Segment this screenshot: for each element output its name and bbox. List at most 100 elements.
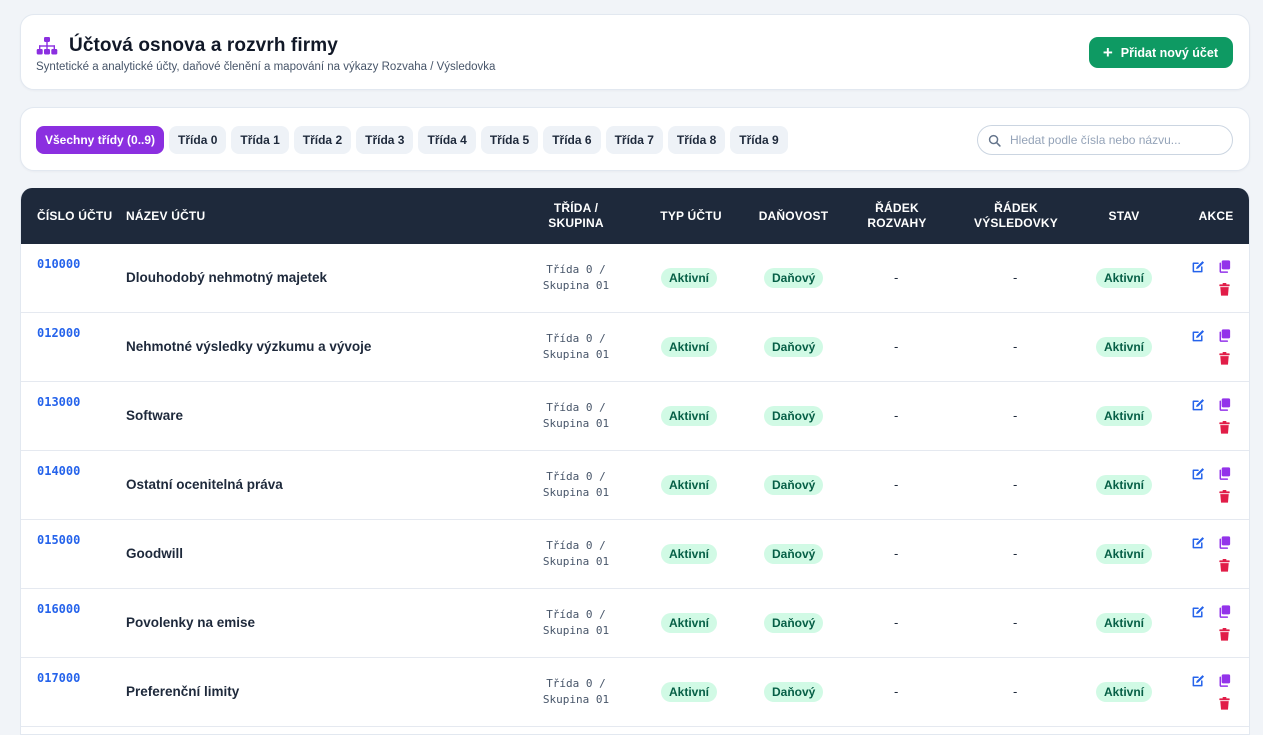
- chip-class-2[interactable]: Třída 2: [293, 126, 352, 154]
- account-name: Software: [126, 408, 184, 423]
- copy-icon[interactable]: [1217, 397, 1232, 412]
- tax-badge: Daňový: [764, 406, 824, 426]
- group-line: Skupina 01: [542, 417, 610, 430]
- balance-line-value: -: [894, 546, 899, 561]
- table-row: 013000 Software Třída 0 / Skupina 01 Akt…: [21, 382, 1249, 451]
- class-line: Třída 0 /: [546, 608, 606, 621]
- add-account-button[interactable]: + Přidat nový účet: [1088, 37, 1233, 68]
- table-row: 015000 Goodwill Třída 0 / Skupina 01 Akt…: [21, 520, 1249, 589]
- account-number-link[interactable]: 015000: [37, 533, 80, 547]
- class-group: Třída 0 / Skupina 01: [521, 400, 631, 432]
- col-status: STAV: [1108, 208, 1140, 223]
- status-badge: Aktivní: [1096, 475, 1153, 495]
- income-line-value: -: [1013, 408, 1018, 423]
- account-number-link[interactable]: 017000: [37, 671, 80, 685]
- copy-icon[interactable]: [1217, 466, 1232, 481]
- copy-icon[interactable]: [1217, 673, 1232, 688]
- trash-icon[interactable]: [1217, 351, 1232, 366]
- status-badge: Aktivní: [1096, 613, 1153, 633]
- balance-line-value: -: [894, 408, 899, 423]
- account-number-link[interactable]: 010000: [37, 257, 80, 271]
- table-row: 017000 Preferenční limity Třída 0 / Skup…: [21, 658, 1249, 727]
- chip-class-0[interactable]: Třída 0: [169, 126, 227, 154]
- income-line-value: -: [1013, 477, 1018, 492]
- trash-icon[interactable]: [1217, 696, 1232, 711]
- account-type-badge: Aktivní: [661, 613, 718, 633]
- tax-badge: Daňový: [764, 268, 824, 288]
- group-line: Skupina 01: [542, 624, 610, 637]
- income-line-value: -: [1013, 684, 1018, 699]
- status-badge: Aktivní: [1096, 268, 1153, 288]
- chip-class-8[interactable]: Třída 8: [667, 126, 726, 154]
- chip-class-4[interactable]: Třída 4: [418, 126, 476, 154]
- trash-icon[interactable]: [1217, 489, 1232, 504]
- table-header: ČÍSLO ÚČTU NÁZEV ÚČTU TŘÍDA / SKUPINA TY…: [21, 188, 1249, 244]
- col-actions: AKCE: [1198, 208, 1234, 223]
- income-line-value: -: [1013, 270, 1018, 285]
- account-name: Preferenční limity: [126, 684, 240, 699]
- chip-class-6[interactable]: Třída 6: [543, 126, 601, 154]
- edit-icon[interactable]: [1191, 259, 1206, 274]
- edit-icon[interactable]: [1191, 466, 1206, 481]
- account-type-badge: Aktivní: [661, 475, 718, 495]
- col-type: TYP ÚČTU: [660, 208, 722, 223]
- table-row: 016000 Povolenky na emise Třída 0 / Skup…: [21, 589, 1249, 658]
- status-badge: Aktivní: [1096, 406, 1153, 426]
- edit-icon[interactable]: [1191, 397, 1206, 412]
- search-input[interactable]: [1010, 133, 1220, 147]
- plus-icon: +: [1102, 43, 1113, 62]
- copy-icon[interactable]: [1217, 604, 1232, 619]
- chip-all-classes[interactable]: Všechny třídy (0..9): [36, 126, 165, 154]
- account-number-link[interactable]: 016000: [37, 602, 80, 616]
- trash-icon[interactable]: [1217, 558, 1232, 573]
- status-badge: Aktivní: [1096, 337, 1153, 357]
- chip-class-9[interactable]: Třída 9: [730, 126, 788, 154]
- class-group: Třída 0 / Skupina 01: [521, 607, 631, 639]
- col-balance-line: ŘÁDEK ROZVAHY: [867, 201, 927, 230]
- class-group: Třída 0 / Skupina 01: [521, 331, 631, 363]
- search-icon: [988, 134, 1001, 147]
- copy-icon[interactable]: [1217, 259, 1232, 274]
- edit-icon[interactable]: [1191, 535, 1206, 550]
- table-row: 010000 Dlouhodobý nehmotný majetek Třída…: [21, 244, 1249, 313]
- class-group: Třída 0 / Skupina 01: [521, 676, 631, 708]
- group-line: Skupina 01: [542, 348, 610, 361]
- edit-icon[interactable]: [1191, 673, 1206, 688]
- class-line: Třída 0 /: [546, 332, 606, 345]
- chip-class-1[interactable]: Třída 1: [231, 126, 289, 154]
- trash-icon[interactable]: [1217, 282, 1232, 297]
- income-line-value: -: [1013, 546, 1018, 561]
- account-type-badge: Aktivní: [661, 268, 718, 288]
- account-number-link[interactable]: 013000: [37, 395, 80, 409]
- col-number: ČÍSLO ÚČTU: [37, 208, 113, 223]
- search-box[interactable]: [977, 125, 1233, 155]
- tax-badge: Daňový: [764, 613, 824, 633]
- edit-icon[interactable]: [1191, 604, 1206, 619]
- chip-class-3[interactable]: Třída 3: [356, 126, 414, 154]
- account-number-link[interactable]: 014000: [37, 464, 80, 478]
- balance-line-value: -: [894, 339, 899, 354]
- header-card: Účtová osnova a rozvrh firmy Syntetické …: [20, 14, 1250, 90]
- col-income-line: ŘÁDEK VÝSLEDOVKY: [973, 201, 1059, 230]
- trash-icon[interactable]: [1217, 627, 1232, 642]
- class-line: Třída 0 /: [546, 539, 606, 552]
- class-group: Třída 0 / Skupina 01: [521, 262, 631, 294]
- copy-icon[interactable]: [1217, 328, 1232, 343]
- class-line: Třída 0 /: [546, 677, 606, 690]
- income-line-value: -: [1013, 615, 1018, 630]
- class-line: Třída 0 /: [546, 401, 606, 414]
- table-row: 012000 Nehmotné výsledky výzkumu a vývoj…: [21, 313, 1249, 382]
- edit-icon[interactable]: [1191, 328, 1206, 343]
- group-line: Skupina 01: [542, 279, 610, 292]
- status-badge: Aktivní: [1096, 544, 1153, 564]
- trash-icon[interactable]: [1217, 420, 1232, 435]
- class-group: Třída 0 / Skupina 01: [521, 538, 631, 570]
- chip-class-5[interactable]: Třída 5: [480, 126, 539, 154]
- title-row: Účtová osnova a rozvrh firmy: [36, 35, 338, 57]
- chip-class-7[interactable]: Třída 7: [605, 126, 663, 154]
- copy-icon[interactable]: [1217, 535, 1232, 550]
- table-row: 014000 Ostatní ocenitelná práva Třída 0 …: [21, 451, 1249, 520]
- col-class-group: TŘÍDA / SKUPINA: [548, 201, 604, 230]
- account-number-link[interactable]: 012000: [37, 326, 80, 340]
- add-account-button-label: Přidat nový účet: [1120, 45, 1218, 60]
